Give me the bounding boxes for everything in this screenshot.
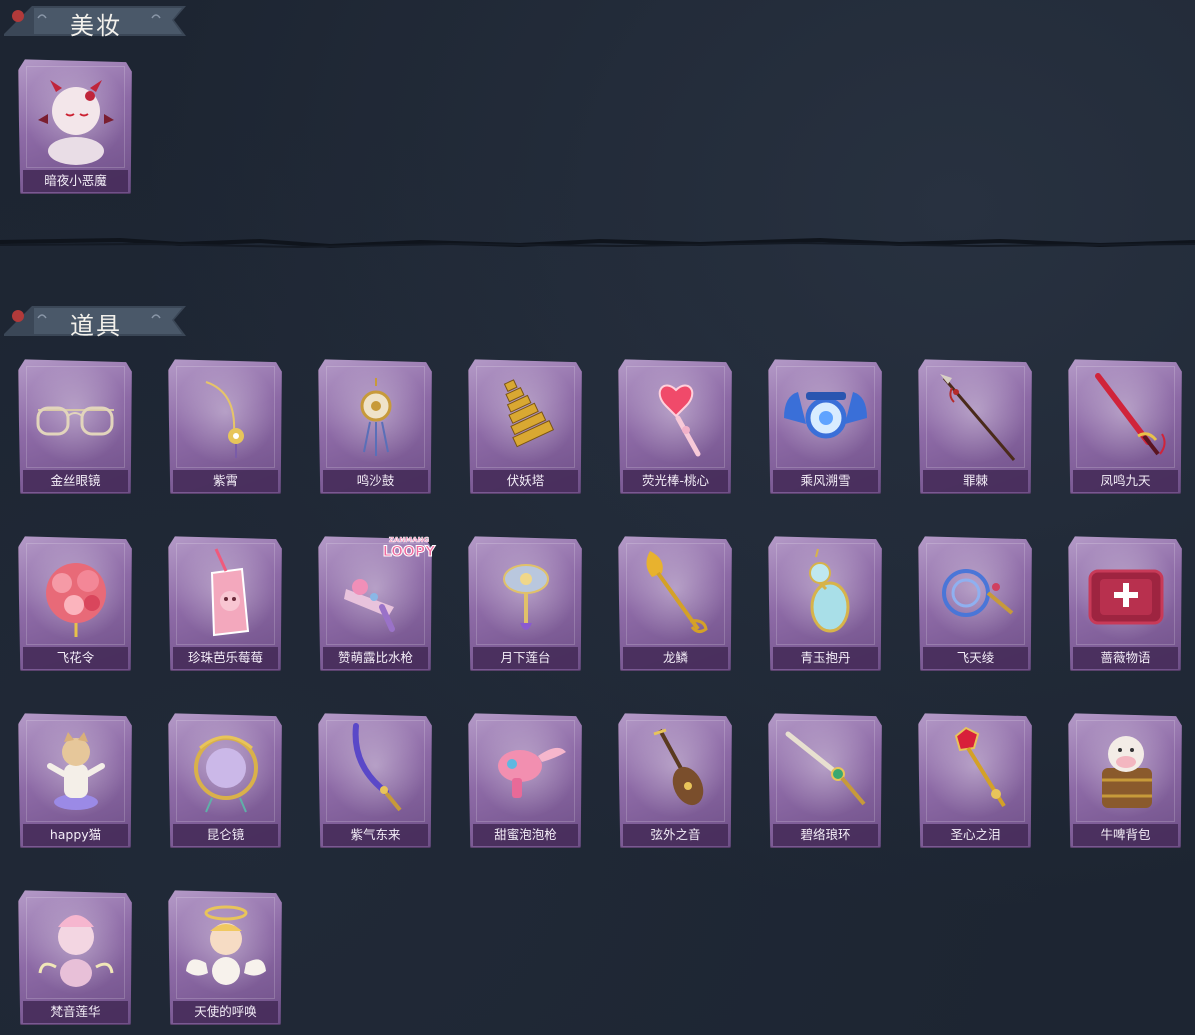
cow-backpack-icon [1102,736,1152,808]
angel-doll-icon [38,915,114,987]
item-card[interactable]: 飞花令 [18,535,133,671]
item-name: 凤鸣九天 [1073,470,1178,492]
item-name: 龙鳞 [623,647,728,669]
snow-lantern-icon [784,392,867,439]
section-header-makeup: 美妆 [4,4,186,40]
item-name: 荧光棒-桃心 [623,470,728,492]
item-name: 甜蜜泡泡枪 [473,824,578,846]
bubble-gun-icon [498,747,566,798]
item-name: 弦外之音 [623,824,728,846]
item-card[interactable]: 紫霄 [168,358,283,494]
item-name: 紫气东来 [323,824,428,846]
item-name: 梵音莲华 [23,1001,128,1023]
item-card[interactable]: 罪棘 [918,358,1033,494]
golden-shovel-icon [646,551,708,634]
angel-halo-icon [186,905,266,985]
item-card[interactable]: 牛啤背包 [1068,712,1183,848]
item-name: 牛啤背包 [1073,824,1178,846]
item-card[interactable]: 弦外之音 [618,712,733,848]
item-card[interactable]: 月下莲台 [468,535,583,671]
pendant-icon [205,381,244,458]
section-title: 道具 [70,312,122,340]
item-name: 昆仑镜 [173,824,278,846]
item-card[interactable]: 紫气东来 [318,712,433,848]
medkit-icon [1088,569,1164,625]
gem-scepter-icon [954,726,1006,808]
item-name: 月下莲台 [473,647,578,669]
jade-sword-icon [785,731,866,806]
item-card[interactable]: 鸣沙鼓 [318,358,433,494]
item-name: 罪棘 [923,470,1028,492]
item-name: happy猫 [23,824,128,846]
loopy-logo-badge: ZANMANG LOOPY [376,533,442,561]
mirror-icon [194,735,258,813]
spear-icon [940,374,1016,461]
pagoda-icon [503,379,555,448]
item-card[interactable]: 碧络琅环 [768,712,883,848]
item-card[interactable]: 梵音莲华 [18,889,133,1025]
item-card[interactable]: 金丝眼镜 [18,358,133,494]
drum-icon [360,378,392,456]
section-header-props: 道具 [4,304,186,340]
item-card[interactable]: 荧光棒-桃心 [618,358,733,494]
devil-face-icon [38,80,114,165]
pin-icon [12,310,24,322]
drink-cup-icon [210,548,250,637]
item-card[interactable]: ZANMANG LOOPY 赞萌露比水枪 [318,535,437,671]
jade-gourd-icon [809,548,850,633]
ribbon-icon [942,569,1014,617]
item-card[interactable]: 凤鸣九天 [1068,358,1183,494]
red-sword-icon [1095,373,1166,456]
item-card[interactable]: 圣心之泪 [918,712,1033,848]
cat-figure-icon [47,732,105,810]
item-name: 鸣沙鼓 [323,470,428,492]
item-card[interactable]: 甜蜜泡泡枪 [468,712,583,848]
item-name: 金丝眼镜 [23,470,128,492]
item-name: 青玉抱丹 [773,647,878,669]
item-card[interactable]: 龙鳞 [618,535,733,671]
item-card[interactable]: 天使的呼唤 [168,889,283,1025]
svg-text:LOOPY: LOOPY [383,544,436,559]
item-name: 碧络琅环 [773,824,878,846]
item-card[interactable]: 暗夜小恶魔 [18,58,133,194]
item-card[interactable]: 青玉抱丹 [768,535,883,671]
item-name: 赞萌露比水枪 [323,647,428,669]
svg-text:ZANMANG: ZANMANG [389,536,430,544]
item-card[interactable]: happy猫 [18,712,133,848]
item-card[interactable]: 飞天绫 [918,535,1033,671]
heart-wand-icon [658,384,701,457]
item-card[interactable]: 昆仑镜 [168,712,283,848]
item-name: 紫霄 [173,470,278,492]
item-name: 伏妖塔 [473,470,578,492]
item-card[interactable]: 伏妖塔 [468,358,583,494]
purple-blade-icon [352,723,402,812]
item-name: 暗夜小恶魔 [23,170,128,192]
item-name: 天使的呼唤 [173,1001,278,1023]
glasses-icon [36,406,114,436]
flower-bouquet-icon [46,563,106,637]
item-name: 蔷薇物语 [1073,647,1178,669]
pin-icon [12,10,24,22]
item-card[interactable]: 蔷薇物语 [1068,535,1183,671]
divider-crack [0,237,1195,249]
item-name: 飞天绫 [923,647,1028,669]
item-name: 乘风溯雪 [773,470,878,492]
pipa-icon [653,728,704,806]
section-title: 美妆 [70,12,122,40]
item-name: 珍珠芭乐莓莓 [173,647,278,669]
item-name: 圣心之泪 [923,824,1028,846]
item-card[interactable]: 乘风溯雪 [768,358,883,494]
item-card[interactable]: 珍珠芭乐莓莓 [168,535,283,671]
lotus-scepter-icon [503,564,549,630]
item-name: 飞花令 [23,647,128,669]
